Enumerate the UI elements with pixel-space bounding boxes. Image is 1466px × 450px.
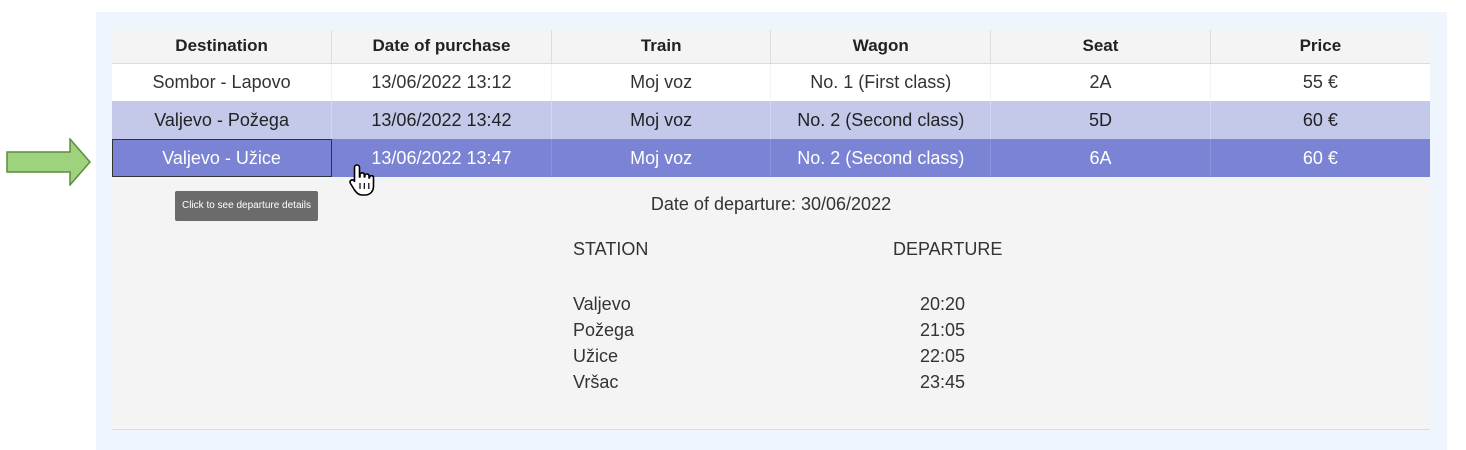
cell-date-of-purchase: 13/06/2022 13:42 bbox=[331, 101, 552, 139]
right-arrow-icon bbox=[6, 138, 91, 186]
cell-wagon: No. 1 (First class) bbox=[770, 63, 992, 101]
cell-price: 60 € bbox=[1210, 101, 1430, 139]
station-name: Valjevo bbox=[573, 294, 631, 314]
cell-destination[interactable]: Valjevo - Požega bbox=[112, 101, 333, 139]
cell-train: Moj voz bbox=[551, 63, 772, 101]
cell-price: 60 € bbox=[1210, 139, 1430, 177]
departure-time: 20:20 bbox=[920, 294, 966, 314]
station-name: Požega bbox=[573, 320, 635, 340]
cell-train: Moj voz bbox=[551, 139, 772, 177]
tooltip: Click to see departure details bbox=[175, 191, 318, 221]
departure-time: 23:45 bbox=[920, 372, 966, 392]
table-row-selected[interactable]: Valjevo - Užice 13/06/2022 13:47 Moj voz… bbox=[112, 139, 1430, 177]
departure-header: DEPARTURE bbox=[893, 239, 1003, 259]
cell-wagon: No. 2 (Second class) bbox=[770, 101, 992, 139]
departure-time: 21:05 bbox=[920, 320, 966, 340]
cell-train: Moj voz bbox=[551, 101, 772, 139]
cell-seat: 5D bbox=[990, 101, 1211, 139]
table-row[interactable]: Valjevo - Požega 13/06/2022 13:42 Moj vo… bbox=[112, 101, 1430, 139]
cell-destination[interactable]: Sombor - Lapovo bbox=[112, 63, 333, 101]
cell-seat: 2A bbox=[990, 63, 1211, 101]
departure-column: DEPARTURE 20:20 21:05 22:05 23:45 bbox=[893, 239, 1013, 395]
cell-seat: 6A bbox=[990, 139, 1211, 177]
table-header-row: Destination Date of purchase Train Wagon… bbox=[112, 30, 1430, 64]
station-header: STATION bbox=[573, 239, 649, 259]
column-header-wagon[interactable]: Wagon bbox=[770, 30, 992, 64]
table-row[interactable]: Sombor - Lapovo 13/06/2022 13:12 Moj voz… bbox=[112, 63, 1430, 101]
column-header-price[interactable]: Price bbox=[1210, 30, 1430, 64]
hand-pointer-icon bbox=[349, 164, 375, 196]
column-header-train[interactable]: Train bbox=[551, 30, 772, 64]
station-name: Užice bbox=[573, 346, 619, 366]
tickets-panel: Destination Date of purchase Train Wagon… bbox=[96, 12, 1447, 450]
column-header-seat[interactable]: Seat bbox=[990, 30, 1211, 64]
column-header-date-of-purchase[interactable]: Date of purchase bbox=[331, 30, 552, 64]
station-column: STATION Valjevo Požega Užice Vršac bbox=[573, 239, 773, 395]
departure-time: 22:05 bbox=[920, 346, 966, 366]
column-header-destination[interactable]: Destination bbox=[112, 30, 333, 64]
cell-destination[interactable]: Valjevo - Užice bbox=[112, 139, 333, 177]
cell-date-of-purchase: 13/06/2022 13:12 bbox=[331, 63, 552, 101]
cell-wagon: No. 2 (Second class) bbox=[770, 139, 992, 177]
cell-price: 55 € bbox=[1210, 63, 1430, 101]
tickets-table: Destination Date of purchase Train Wagon… bbox=[112, 30, 1430, 177]
station-name: Vršac bbox=[573, 372, 619, 392]
tickets-table-wrapper: Destination Date of purchase Train Wagon… bbox=[112, 30, 1430, 177]
